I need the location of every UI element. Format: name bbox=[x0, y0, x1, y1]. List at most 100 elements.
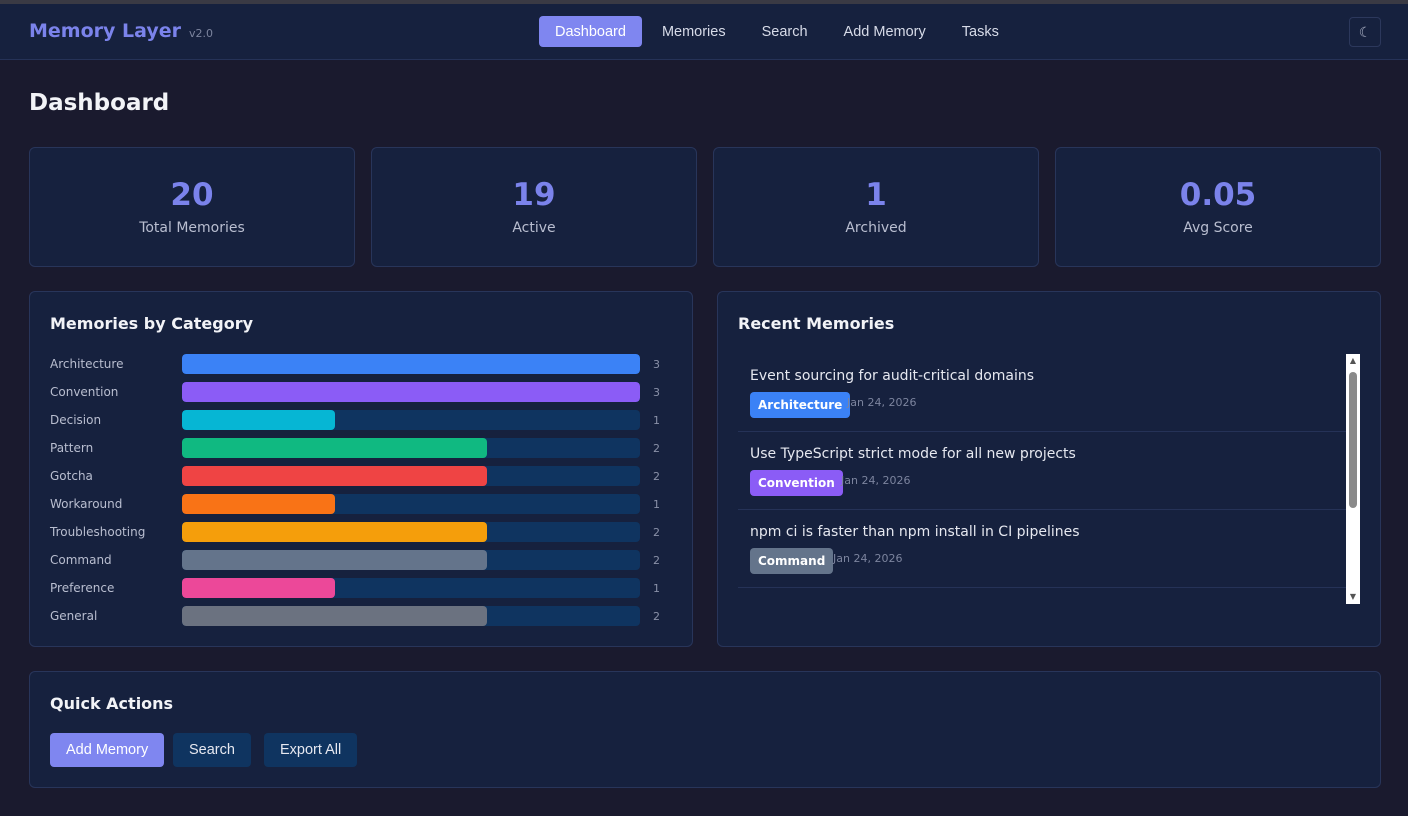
nav-dashboard[interactable]: Dashboard bbox=[539, 16, 642, 47]
quick-actions-title: Quick Actions bbox=[50, 694, 173, 713]
stat-value: 19 bbox=[372, 176, 696, 214]
category-bar-track bbox=[182, 410, 640, 430]
category-bar-track bbox=[182, 606, 640, 626]
nav-memories[interactable]: Memories bbox=[646, 16, 742, 47]
category-badge: Architecture bbox=[750, 392, 850, 418]
memory-title: npm ci is faster than npm install in CI … bbox=[750, 524, 1080, 540]
category-bar-fill bbox=[182, 522, 487, 542]
category-row: Command 2 bbox=[50, 550, 680, 570]
stat-label: Active bbox=[372, 220, 696, 236]
category-count: 2 bbox=[653, 610, 660, 623]
theme-toggle-moon-icon[interactable]: ☾ bbox=[1349, 17, 1381, 47]
memory-date: Jan 24, 2026 bbox=[841, 474, 910, 487]
category-bar-track bbox=[182, 438, 640, 458]
recent-panel-title: Recent Memories bbox=[738, 314, 894, 333]
stat-value: 0.05 bbox=[1056, 176, 1380, 214]
quick-actions-panel: Quick Actions Add Memory Search Export A… bbox=[29, 671, 1381, 788]
category-row: Architecture 3 bbox=[50, 354, 680, 374]
stat-value: 1 bbox=[714, 176, 1038, 214]
category-label: Troubleshooting bbox=[50, 525, 145, 539]
category-panel-title: Memories by Category bbox=[50, 314, 253, 333]
category-label: Workaround bbox=[50, 497, 122, 511]
category-bar-track bbox=[182, 382, 640, 402]
category-count: 2 bbox=[653, 554, 660, 567]
category-badge: Convention bbox=[750, 470, 843, 496]
category-bar-track bbox=[182, 354, 640, 374]
category-bar-track bbox=[182, 578, 640, 598]
scrollbar[interactable]: ▲ ▼ bbox=[1346, 354, 1360, 604]
category-row: Gotcha 2 bbox=[50, 466, 680, 486]
category-panel: Memories by Category Architecture 3 Conv… bbox=[29, 291, 693, 647]
category-row: Pattern 2 bbox=[50, 438, 680, 458]
category-row: General 2 bbox=[50, 606, 680, 626]
stat-value: 20 bbox=[30, 176, 354, 214]
category-bar-fill bbox=[182, 466, 487, 486]
category-count: 1 bbox=[653, 582, 660, 595]
category-bar-fill bbox=[182, 494, 335, 514]
category-row: Decision 1 bbox=[50, 410, 680, 430]
memory-date: Jan 24, 2026 bbox=[833, 552, 902, 565]
category-row: Preference 1 bbox=[50, 578, 680, 598]
category-count: 3 bbox=[653, 386, 660, 399]
app-name: Memory Layer bbox=[29, 20, 181, 42]
category-count: 2 bbox=[653, 526, 660, 539]
scroll-up-arrow-icon[interactable]: ▲ bbox=[1346, 354, 1360, 368]
recent-panel: Recent Memories Event sourcing for audit… bbox=[717, 291, 1381, 647]
memory-date: Jan 24, 2026 bbox=[847, 396, 916, 409]
stat-label: Total Memories bbox=[30, 220, 354, 236]
category-bar-fill bbox=[182, 550, 487, 570]
stat-card-avg-score: 0.05 Avg Score bbox=[1055, 147, 1381, 267]
nav-add-memory[interactable]: Add Memory bbox=[828, 16, 942, 47]
category-label: Preference bbox=[50, 581, 114, 595]
scroll-down-arrow-icon[interactable]: ▼ bbox=[1346, 590, 1360, 604]
nav-search[interactable]: Search bbox=[746, 16, 824, 47]
category-bar-fill bbox=[182, 410, 335, 430]
category-row: Convention 3 bbox=[50, 382, 680, 402]
category-label: General bbox=[50, 609, 97, 623]
category-label: Pattern bbox=[50, 441, 93, 455]
category-bar-fill bbox=[182, 606, 487, 626]
category-label: Command bbox=[50, 553, 112, 567]
category-bar-fill bbox=[182, 578, 335, 598]
category-count: 3 bbox=[653, 358, 660, 371]
category-count: 1 bbox=[653, 498, 660, 511]
category-label: Convention bbox=[50, 385, 118, 399]
stat-label: Avg Score bbox=[1056, 220, 1380, 236]
brand[interactable]: Memory Layer v2.0 bbox=[29, 20, 213, 42]
category-badge: Command bbox=[750, 548, 833, 574]
list-item[interactable]: npm ci is faster than npm install in CI … bbox=[738, 510, 1346, 588]
category-bar-track bbox=[182, 494, 640, 514]
list-item[interactable]: Use TypeScript strict mode for all new p… bbox=[738, 432, 1346, 510]
stat-card-archived: 1 Archived bbox=[713, 147, 1039, 267]
recent-memories-list[interactable]: Event sourcing for audit-critical domain… bbox=[738, 354, 1360, 604]
category-bar-fill bbox=[182, 354, 640, 374]
export-all-button[interactable]: Export All bbox=[264, 733, 357, 767]
list-item[interactable]: Event sourcing for audit-critical domain… bbox=[738, 354, 1346, 432]
search-button[interactable]: Search bbox=[173, 733, 251, 767]
category-bar-track bbox=[182, 466, 640, 486]
category-label: Architecture bbox=[50, 357, 123, 371]
main-nav: Dashboard Memories Search Add Memory Tas… bbox=[539, 16, 1019, 47]
category-label: Decision bbox=[50, 413, 101, 427]
nav-tasks[interactable]: Tasks bbox=[946, 16, 1015, 47]
stat-card-active: 19 Active bbox=[371, 147, 697, 267]
scroll-thumb[interactable] bbox=[1349, 372, 1357, 508]
category-row: Workaround 1 bbox=[50, 494, 680, 514]
category-count: 2 bbox=[653, 470, 660, 483]
stat-label: Archived bbox=[714, 220, 1038, 236]
memory-title: Use TypeScript strict mode for all new p… bbox=[750, 446, 1076, 462]
add-memory-button[interactable]: Add Memory bbox=[50, 733, 164, 767]
top-bar: Memory Layer v2.0 Dashboard Memories Sea… bbox=[0, 4, 1408, 60]
stat-card-total: 20 Total Memories bbox=[29, 147, 355, 267]
category-bar-track bbox=[182, 522, 640, 542]
category-count: 1 bbox=[653, 414, 660, 427]
category-label: Gotcha bbox=[50, 469, 93, 483]
category-bar-fill bbox=[182, 438, 487, 458]
memory-title: Event sourcing for audit-critical domain… bbox=[750, 368, 1034, 384]
category-bar-track bbox=[182, 550, 640, 570]
category-row: Troubleshooting 2 bbox=[50, 522, 680, 542]
page-title: Dashboard bbox=[29, 90, 169, 116]
category-bar-fill bbox=[182, 382, 640, 402]
category-count: 2 bbox=[653, 442, 660, 455]
app-version: v2.0 bbox=[189, 27, 213, 40]
